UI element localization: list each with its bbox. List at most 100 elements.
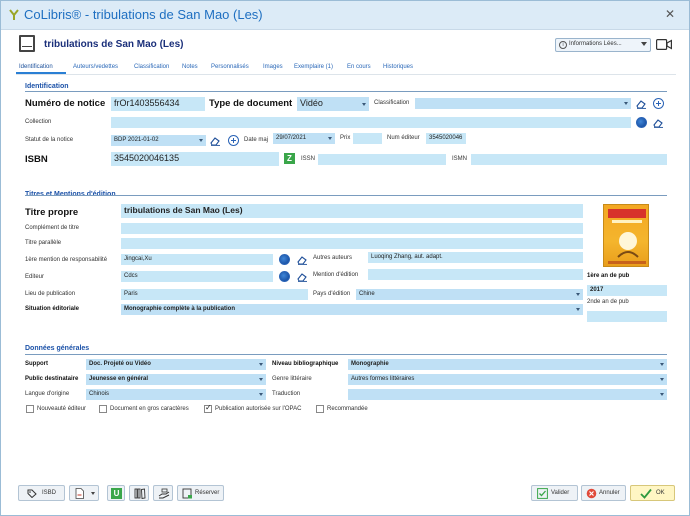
eraser-icon[interactable]	[636, 98, 647, 109]
library-button[interactable]	[129, 485, 149, 501]
eraser-icon[interactable]	[297, 271, 308, 282]
tab-notes[interactable]: Notes	[182, 64, 198, 70]
lieu-publication-value: Paris	[124, 291, 138, 297]
u-button[interactable]: U	[107, 485, 125, 501]
annuler-label: Annuler	[599, 490, 620, 496]
books-icon	[134, 488, 146, 499]
titre-propre-field[interactable]: tribulations de San Mao (Les)	[121, 204, 583, 218]
genre-litteraire-select[interactable]: Autres formes littéraires	[348, 374, 667, 385]
valider-button[interactable]: Valider	[531, 485, 578, 501]
cover-illustration-icon	[608, 209, 646, 264]
support-label: Support	[25, 361, 48, 367]
tab-identification[interactable]: Identification	[19, 64, 53, 70]
type-document-select[interactable]: Vidéo	[297, 97, 369, 111]
tab-auteurs[interactable]: Auteurs/vedettes	[73, 64, 118, 70]
gros-caracteres-checkbox[interactable]	[99, 405, 107, 413]
tab-classification[interactable]: Classification	[134, 64, 169, 70]
numero-notice-field[interactable]: frOr1403556434	[111, 97, 205, 111]
z3950-icon[interactable]: Z	[284, 153, 295, 164]
recommandee-checkbox[interactable]	[316, 405, 324, 413]
ok-button[interactable]: OK	[630, 485, 675, 501]
pub1-field[interactable]: 2017	[587, 285, 667, 296]
reserver-button[interactable]: Réserver	[177, 485, 224, 501]
mention-edition-label: Mention d'édition	[313, 272, 359, 278]
classification-select[interactable]	[415, 98, 631, 109]
isbn-field[interactable]: 3545020046135	[111, 152, 279, 166]
cover-image[interactable]	[603, 204, 649, 267]
statut-notice-value: BDP 2021-01-02	[114, 137, 159, 143]
pays-edition-select[interactable]: Chine	[356, 289, 583, 300]
pub2-field[interactable]	[587, 311, 667, 322]
responsabilite-label: 1ère mention de responsabilité	[25, 257, 108, 263]
langue-origine-select[interactable]: Chinois	[86, 389, 266, 400]
annuler-button[interactable]: Annuler	[581, 485, 626, 501]
colibris-logo-icon	[9, 9, 19, 20]
cancel-icon	[586, 488, 597, 499]
pdf-export-button[interactable]	[69, 485, 99, 501]
collection-field[interactable]	[111, 117, 631, 128]
hand-button[interactable]	[153, 485, 173, 501]
isbd-button[interactable]: ISBD	[18, 485, 65, 501]
pays-edition-label: Pays d'édition	[313, 291, 351, 297]
tabs-divider	[16, 74, 676, 75]
tab-images[interactable]: Images	[263, 64, 283, 70]
pub1-label: 1ère an de pub	[587, 273, 630, 279]
mention-edition-field[interactable]	[368, 269, 583, 280]
type-document-value: Vidéo	[300, 98, 323, 108]
add-statut-icon[interactable]	[228, 135, 239, 146]
responsabilite-field[interactable]: Jingcai,Xu	[121, 254, 273, 265]
add-classification-icon[interactable]	[653, 98, 664, 109]
u-icon: U	[111, 488, 122, 499]
date-maj-label: Date maj	[244, 137, 269, 143]
info-selector[interactable]: i Informations Lées...	[555, 38, 651, 52]
globe-icon[interactable]	[636, 117, 647, 128]
chevron-down-icon	[660, 378, 664, 381]
title-bar: CoLibris® - tribulations de San Mao (Les…	[1, 1, 689, 30]
ok-label: OK	[656, 490, 665, 496]
issn-label: ISSN	[301, 156, 316, 162]
public-select[interactable]: Jeunesse en général	[86, 374, 266, 385]
tab-exemplaire[interactable]: Exemplaire (1)	[294, 64, 333, 70]
eraser-icon[interactable]	[653, 117, 664, 128]
complement-titre-field[interactable]	[121, 223, 583, 234]
public-value: Jeunesse en général	[89, 376, 149, 382]
opac-label: Publication autorisée sur l'OPAC	[215, 406, 302, 412]
tab-en-cours[interactable]: En cours	[347, 64, 371, 70]
opac-checkbox[interactable]	[204, 403, 212, 413]
tab-historiques[interactable]: Historiques	[383, 64, 413, 70]
validate-icon	[537, 488, 548, 499]
video-camera-icon[interactable]	[656, 39, 672, 50]
gros-caracteres-label: Document en gros caractères	[110, 406, 189, 412]
genre-litteraire-label: Genre littéraire	[272, 376, 312, 382]
tab-personnalises[interactable]: Personnalisés	[211, 64, 249, 70]
issn-field[interactable]	[318, 154, 446, 165]
num-editeur-field[interactable]: 3545020046	[426, 133, 466, 144]
niveau-biblio-select[interactable]: Monographie	[348, 359, 667, 370]
prix-field[interactable]	[353, 133, 382, 144]
lieu-publication-field[interactable]: Paris	[121, 289, 308, 300]
responsabilite-value: Jingcai,Xu	[124, 256, 152, 262]
eraser-icon[interactable]	[297, 254, 308, 265]
editeur-field[interactable]: Cdcs	[121, 271, 273, 282]
prix-label: Prix	[340, 135, 351, 141]
situation-editoriale-select[interactable]: Monographie complète à la publication	[121, 304, 583, 315]
ismn-field[interactable]	[471, 154, 667, 165]
tag-icon	[27, 489, 37, 498]
titre-parallele-label: Titre parallèle	[25, 240, 62, 246]
eraser-icon[interactable]	[210, 135, 221, 146]
lieu-publication-label: Lieu de publication	[25, 291, 76, 297]
globe-icon[interactable]	[279, 271, 290, 282]
statut-notice-select[interactable]: BDP 2021-01-02	[111, 135, 206, 146]
autres-auteurs-field[interactable]: Luoqing Zhang, aut. adapt.	[368, 252, 583, 263]
support-select[interactable]: Doc. Projeté ou Vidéo	[86, 359, 266, 370]
autres-auteurs-value: Luoqing Zhang, aut. adapt.	[371, 254, 443, 260]
nouveaute-checkbox[interactable]	[26, 405, 34, 413]
titre-parallele-field[interactable]	[121, 238, 583, 249]
close-icon[interactable]: ✕	[665, 7, 675, 21]
valider-label: Valider	[551, 490, 570, 496]
globe-icon[interactable]	[279, 254, 290, 265]
collection-label: Collection	[25, 119, 52, 125]
traduction-select[interactable]	[348, 389, 667, 400]
isbn-label: ISBN	[25, 154, 48, 165]
date-maj-field[interactable]: 29/07/2021	[273, 133, 335, 144]
